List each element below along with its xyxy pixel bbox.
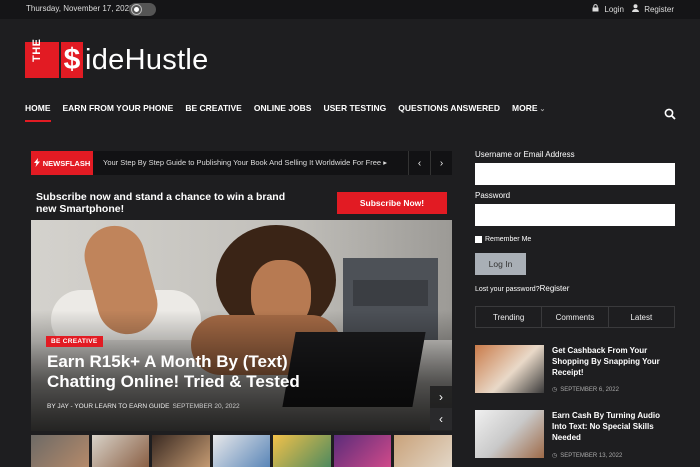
login-button[interactable]: Log In: [475, 253, 526, 275]
lock-icon: [592, 4, 601, 14]
subscribe-promo-text: Subscribe now and stand a chance to win …: [36, 191, 286, 215]
lost-password-link[interactable]: Lost your password?: [475, 286, 540, 293]
tab-trending[interactable]: Trending: [476, 307, 543, 327]
nav-item-online-jobs[interactable]: ONLINE JOBS: [254, 103, 312, 125]
post-title[interactable]: Get Cashback From Your Shopping By Snapp…: [552, 345, 672, 378]
slider-prev-button[interactable]: ‹: [430, 408, 452, 430]
ticker-separator-icon: ▸: [383, 158, 387, 167]
post-date-text: SEPTEMBER 6, 2022: [560, 387, 619, 393]
featured-post-title[interactable]: Earn R15k+ A Month By (Text) Chatting On…: [47, 352, 347, 392]
register-link[interactable]: Register: [631, 4, 674, 14]
remember-me-checkbox[interactable]: [475, 236, 482, 243]
nav-item-home[interactable]: HOME: [25, 103, 51, 125]
slider-next-button[interactable]: ›: [430, 386, 452, 408]
newsflash-badge-label: NEWSFLASH: [42, 158, 91, 168]
post-date: SEPTEMBER 20, 2022: [172, 403, 240, 410]
post-title[interactable]: Earn Cash By Turning Audio Into Text: No…: [552, 410, 672, 443]
post-date: ◷ SEPTEMBER 13, 2022: [552, 452, 622, 459]
register-label: Register: [644, 5, 674, 14]
slider-thumbnail[interactable]: [212, 435, 271, 467]
sidebar-post[interactable]: Earn Cash By Turning Audio Into Text: No…: [475, 410, 675, 462]
slider-thumbnail[interactable]: [333, 435, 392, 467]
username-label: Username or Email Address: [475, 150, 575, 159]
featured-post-slider[interactable]: BE CREATIVE Earn R15k+ A Month By (Text)…: [31, 220, 452, 431]
nav-more-label: MORE: [512, 103, 538, 113]
post-date: ◷ SEPTEMBER 6, 2022: [552, 386, 619, 393]
register-form-link[interactable]: Register: [540, 284, 570, 293]
featured-post-byline: BY JAY - YOUR LEARN TO EARN GUIDE SEPTEMB…: [47, 403, 240, 410]
post-thumbnail[interactable]: [475, 345, 544, 393]
login-link[interactable]: Login: [592, 4, 624, 14]
user-icon: [631, 4, 641, 14]
nav-item-more[interactable]: MORE ⌄: [512, 103, 545, 125]
tab-latest[interactable]: Latest: [609, 307, 674, 327]
subscribe-button[interactable]: Subscribe Now!: [337, 192, 447, 214]
clock-icon: ◷: [552, 387, 558, 393]
newsflash-headline[interactable]: Your Step By Step Guide to Publishing Yo…: [103, 158, 387, 167]
remember-me[interactable]: Remember Me: [475, 236, 531, 243]
nav-item-be-creative[interactable]: BE CREATIVE: [185, 103, 242, 125]
sidebar-tabs: Trending Comments Latest: [475, 306, 675, 328]
password-input[interactable]: [475, 204, 675, 226]
login-form: Username or Email Address Password: [475, 150, 675, 226]
logo-name: ideHustle: [85, 43, 209, 76]
post-author[interactable]: BY JAY - YOUR LEARN TO EARN GUIDE: [47, 403, 169, 410]
username-input[interactable]: [475, 163, 675, 185]
post-date-text: SEPTEMBER 13, 2022: [560, 453, 623, 459]
category-badge[interactable]: BE CREATIVE: [46, 336, 103, 347]
remember-me-label: Remember Me: [485, 236, 532, 243]
newsflash-badge: NEWSFLASH: [31, 151, 93, 175]
newsflash-prev-button[interactable]: ‹: [408, 151, 430, 175]
account-help-links: Lost your password?Register: [475, 284, 569, 293]
toggle-knob: [132, 5, 141, 14]
search-icon[interactable]: [664, 107, 676, 120]
newsflash-ticker: NEWSFLASH Your Step By Step Guide to Pub…: [31, 151, 452, 175]
nav-item-user-testing[interactable]: USER TESTING: [323, 103, 386, 125]
nav-item-earn-from-your-phone[interactable]: EARN FROM YOUR PHONE: [63, 103, 174, 125]
logo-dollar: $: [61, 42, 83, 78]
logo-the-block: THE: [25, 38, 59, 78]
slider-thumbnail[interactable]: [152, 435, 210, 467]
sidebar-post[interactable]: Get Cashback From Your Shopping By Snapp…: [475, 345, 675, 397]
slider-thumbnail[interactable]: [273, 435, 331, 467]
dark-mode-toggle[interactable]: [129, 3, 156, 16]
password-label: Password: [475, 191, 511, 200]
nav-item-questions-answered[interactable]: QUESTIONS ANSWERED: [398, 103, 500, 125]
slider-thumbnail[interactable]: [394, 435, 453, 467]
post-thumbnail[interactable]: [475, 410, 544, 458]
site-logo[interactable]: THE $ ideHustle: [25, 38, 209, 78]
account-links: Login Register: [592, 4, 674, 14]
newsflash-next-button[interactable]: ›: [430, 151, 452, 175]
top-bar: Thursday, November 17, 2022 Login Regist…: [0, 0, 700, 19]
hero-image-shelf-detail: [353, 280, 428, 306]
tab-comments[interactable]: Comments: [542, 307, 609, 327]
clock-icon: ◷: [552, 453, 558, 459]
newsflash-headline-text: Your Step By Step Guide to Publishing Yo…: [103, 158, 382, 167]
slider-thumbnails: [31, 435, 453, 467]
slider-thumbnail[interactable]: [91, 435, 150, 467]
current-date: Thursday, November 17, 2022: [26, 4, 134, 13]
slider-thumbnail[interactable]: [31, 435, 89, 467]
chevron-down-icon: ⌄: [539, 106, 546, 113]
bolt-icon: [33, 157, 40, 169]
main-nav: HOME EARN FROM YOUR PHONE BE CREATIVE ON…: [25, 103, 557, 125]
logo-the-text: THE: [31, 38, 43, 63]
login-label: Login: [604, 5, 624, 14]
